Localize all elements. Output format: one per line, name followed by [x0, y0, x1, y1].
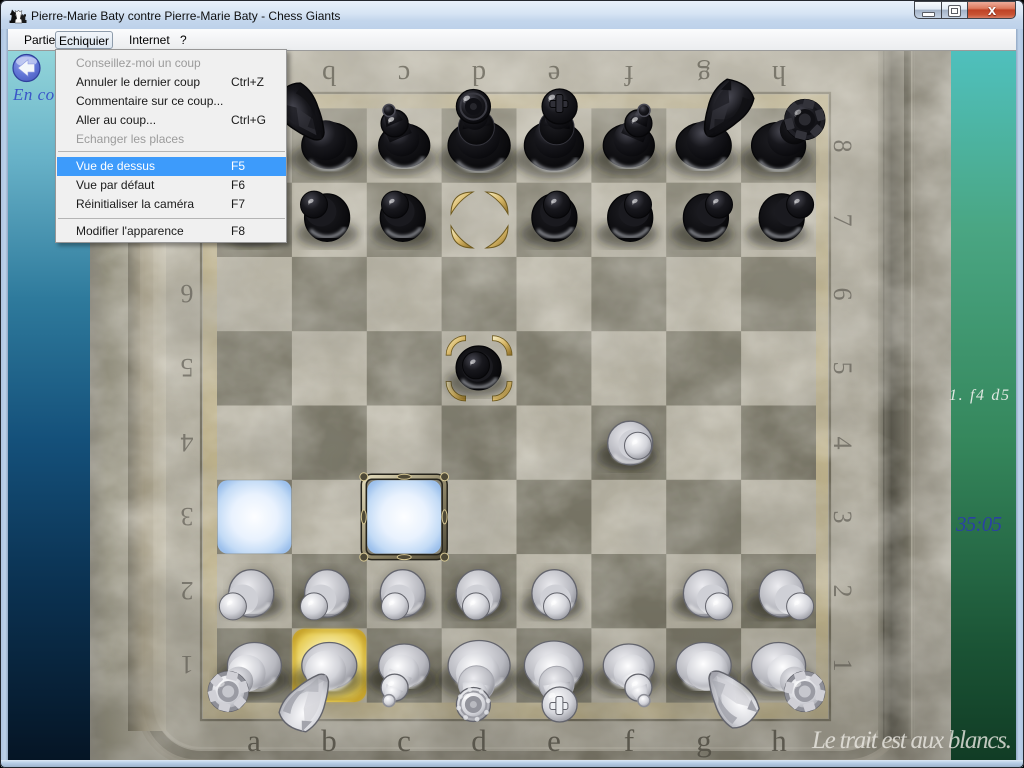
svg-text:d: d	[471, 723, 487, 758]
svg-text:h: h	[772, 59, 786, 90]
svg-text:b: b	[321, 723, 337, 758]
svg-text:g: g	[696, 723, 712, 758]
svg-text:c: c	[397, 723, 411, 758]
svg-text:e: e	[547, 723, 561, 758]
svg-text:5: 5	[828, 362, 857, 375]
svg-text:f: f	[624, 59, 634, 90]
svg-text:a: a	[247, 723, 261, 758]
svg-text:b: b	[322, 59, 336, 90]
svg-text:d: d	[472, 59, 486, 90]
svg-text:Le trait est aux blancs.: Le trait est aux blancs.	[811, 727, 1012, 754]
svg-text:f: f	[624, 723, 635, 758]
svg-text:35:05: 35:05	[955, 512, 1002, 536]
svg-text:2: 2	[828, 585, 857, 598]
svg-text:4: 4	[828, 437, 857, 450]
svg-text:3: 3	[828, 511, 857, 524]
svg-text:3: 3	[181, 502, 194, 531]
svg-text:1: 1	[181, 650, 194, 679]
svg-text:5: 5	[181, 353, 194, 382]
svg-text:8: 8	[828, 140, 857, 153]
svg-text:e: e	[548, 59, 560, 90]
svg-text:g: g	[697, 59, 711, 90]
svg-text:1: 1	[828, 659, 857, 672]
svg-text:c: c	[398, 59, 410, 90]
svg-text:7: 7	[828, 214, 857, 227]
svg-text:2: 2	[181, 576, 194, 605]
svg-text:h: h	[771, 723, 787, 758]
svg-text:6: 6	[181, 279, 194, 308]
svg-text:4: 4	[181, 428, 194, 457]
svg-text:6: 6	[828, 288, 857, 301]
